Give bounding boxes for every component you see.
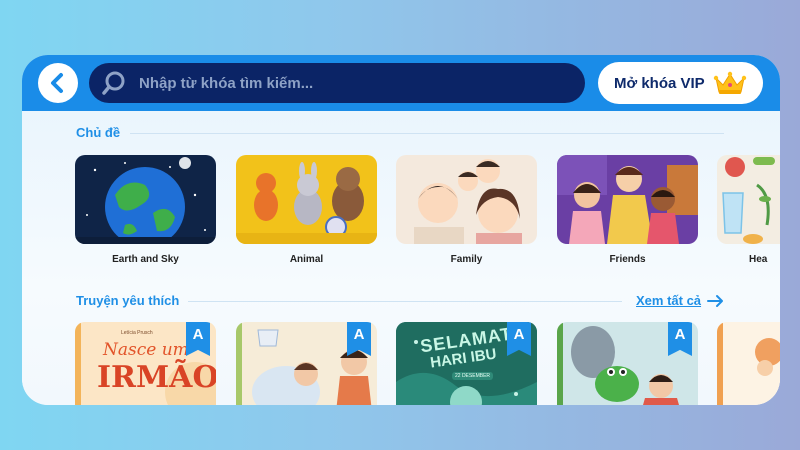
see-all-link[interactable]: Xem tất cả [636, 293, 725, 308]
top-bar: Nhập từ khóa tìm kiếm... Mở khóa VIP [22, 55, 780, 111]
search-input[interactable]: Nhập từ khóa tìm kiếm... [139, 75, 313, 92]
chevron-left-icon [51, 73, 63, 93]
health-illustration [717, 155, 780, 244]
book-card[interactable] [717, 322, 780, 405]
friends-illustration [557, 155, 698, 244]
book-cover-date: 22 DESEMBER [452, 372, 494, 380]
topic-label-animal: Animal [289, 254, 324, 265]
book-cover-illustration [717, 322, 780, 405]
topic-card-animal[interactable] [236, 155, 377, 244]
section-divider [130, 133, 724, 134]
family-illustration [396, 155, 537, 244]
vip-label: Mở khóa VIP [614, 74, 705, 92]
topic-label-earth-and-sky: Earth and Sky [112, 254, 179, 265]
search-icon [102, 71, 125, 95]
section-title-favorites: Truyện yêu thích [76, 293, 180, 308]
book-cover-subtitle: Nasce um [103, 340, 189, 360]
book-card[interactable]: SELAMAT HARI IBU 22 DESEMBER A [396, 322, 537, 405]
topic-label-family: Family [450, 254, 483, 265]
book-card[interactable]: A [236, 322, 377, 405]
app-window: Nhập từ khóa tìm kiếm... Mở khóa VIP Chủ… [22, 55, 780, 405]
see-all-label: Xem tất cả [636, 293, 702, 308]
topic-label-friends: Friends [609, 254, 646, 265]
topic-label-health: Hea [749, 254, 768, 265]
animal-illustration [236, 155, 377, 244]
topic-card-health[interactable] [717, 155, 780, 244]
book-cover-author: Letícia Prusch [121, 330, 153, 336]
search-bar[interactable]: Nhập từ khóa tìm kiếm... [89, 63, 585, 103]
book-cover-title: IRMÃO [97, 360, 216, 395]
unlock-vip-button[interactable]: Mở khóa VIP [598, 62, 763, 104]
topic-card-friends[interactable] [557, 155, 698, 244]
topic-card-earth-and-sky[interactable] [75, 155, 216, 244]
topic-card-family[interactable] [396, 155, 537, 244]
crown-icon [713, 71, 746, 94]
book-card[interactable]: A [557, 322, 698, 405]
section-divider-favorites [188, 301, 622, 302]
back-button[interactable] [38, 63, 78, 103]
book-card[interactable]: Letícia Prusch Nasce um IRMÃO A [75, 322, 216, 405]
section-title-topics: Chủ đề [76, 125, 121, 140]
arrow-right-icon [707, 294, 724, 307]
earth-illustration [75, 155, 216, 244]
